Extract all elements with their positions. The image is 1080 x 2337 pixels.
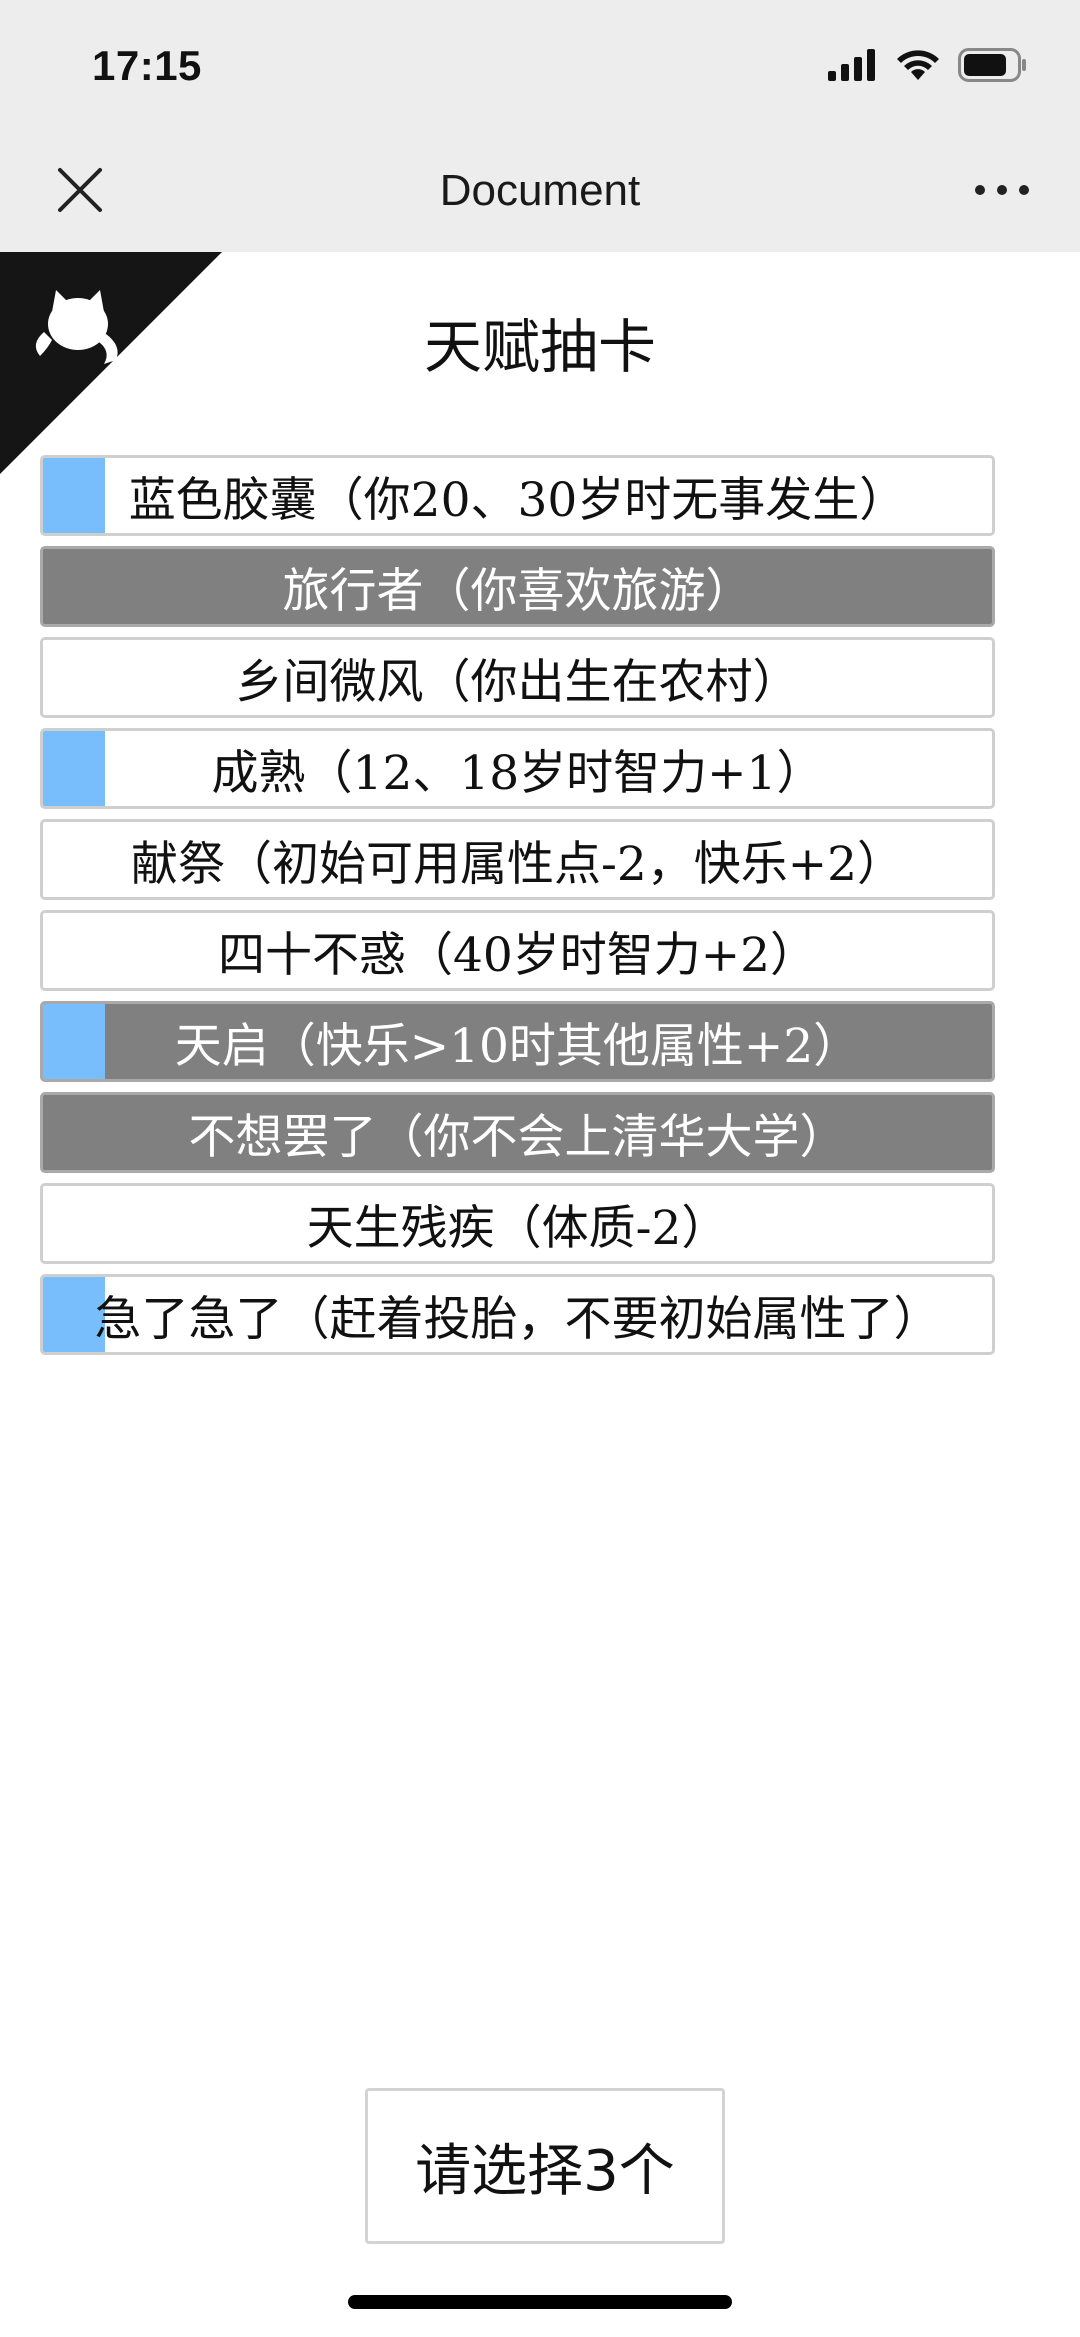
- home-indicator: [348, 2295, 732, 2309]
- talent-label: 天生残疾（体质-2）: [306, 1201, 729, 1256]
- talent-label: 成熟（12、18岁时智力+1）: [211, 746, 824, 801]
- page-title: 天赋抽卡: [423, 313, 656, 381]
- talent-label: 乡间微风（你出生在农村）: [235, 655, 800, 710]
- talent-item[interactable]: 旅行者（你喜欢旅游）: [40, 546, 995, 627]
- status-bar: 17:15: [0, 0, 1080, 128]
- nav-title: Document: [439, 166, 641, 215]
- talent-item[interactable]: 天启（快乐>10时其他属性+2）: [40, 1001, 995, 1082]
- talent-label: 不想罢了（你不会上清华大学）: [188, 1110, 847, 1165]
- talent-item[interactable]: 四十不惑（40岁时智力+2）: [40, 910, 995, 991]
- talent-label: 天启（快乐>10时其他属性+2）: [174, 1019, 861, 1074]
- wifi-icon: [897, 50, 939, 80]
- more-icon[interactable]: [972, 180, 1032, 200]
- status-icons: [828, 48, 1028, 82]
- talent-item[interactable]: 蓝色胶囊（你20、30岁时无事发生）: [40, 455, 995, 536]
- talent-item[interactable]: 乡间微风（你出生在农村）: [40, 637, 995, 718]
- talent-list: 蓝色胶囊（你20、30岁时无事发生） 旅行者（你喜欢旅游） 乡间微风（你出生在农…: [40, 455, 995, 1365]
- talent-label: 旅行者（你喜欢旅游）: [282, 564, 753, 619]
- talent-item[interactable]: 成熟（12、18岁时智力+1）: [40, 728, 995, 809]
- status-time: 17:15: [92, 42, 202, 89]
- confirm-button[interactable]: 请选择3个: [365, 2088, 725, 2244]
- talent-item[interactable]: 献祭（初始可用属性点-2，快乐+2）: [40, 819, 995, 900]
- signal-icon: [828, 49, 875, 81]
- talent-label: 四十不惑（40岁时智力+2）: [217, 928, 818, 983]
- nav-bar: Document: [0, 128, 1080, 252]
- talent-label: 急了急了（赶着投胎，不要初始属性了）: [94, 1292, 941, 1347]
- talent-label: 献祭（初始可用属性点-2，快乐+2）: [130, 837, 905, 892]
- talent-item[interactable]: 急了急了（赶着投胎，不要初始属性了）: [40, 1274, 995, 1355]
- talent-label: 蓝色胶囊（你20、30岁时无事发生）: [128, 473, 907, 528]
- talent-item[interactable]: 天生残疾（体质-2）: [40, 1183, 995, 1264]
- talent-item[interactable]: 不想罢了（你不会上清华大学）: [40, 1092, 995, 1173]
- battery-icon: [958, 48, 1026, 82]
